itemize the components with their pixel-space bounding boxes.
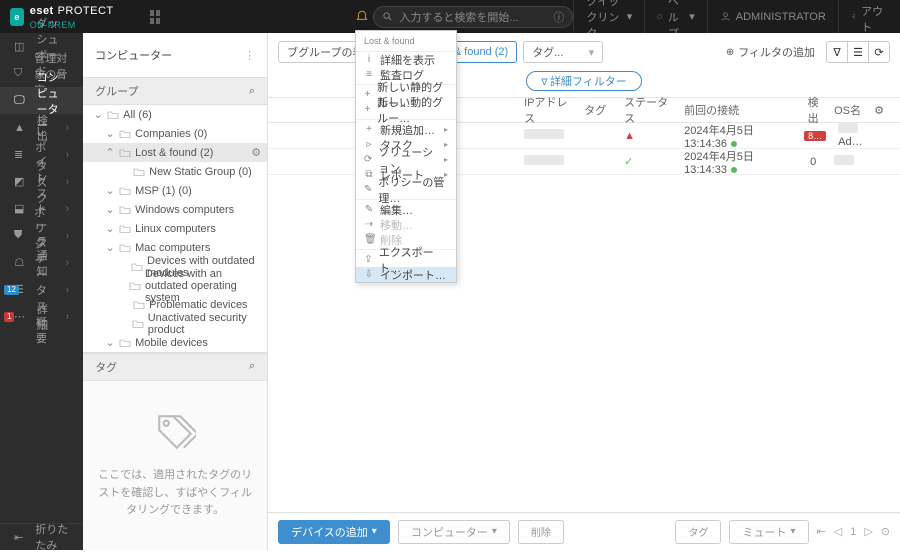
context-menu-item[interactable]: ⇩インポート… — [356, 267, 456, 282]
tree-node[interactable]: ⌄Windows computers — [83, 200, 267, 219]
col-alerts[interactable]: 検出 — [798, 94, 828, 126]
col-os[interactable]: OS名 — [828, 102, 868, 118]
tree-node[interactable]: ⌄Linux computers — [83, 219, 267, 238]
sidenav: ◫ダッシュボード⛉管理対象の脅害🖵コンピューター▲検出›≣レポート›◩タスク›⬓… — [0, 33, 83, 550]
col-last[interactable]: 前回の接続 — [678, 102, 798, 118]
add-filter-button[interactable]: ⊕ フィルタの追加 — [726, 44, 815, 60]
mute-button[interactable]: ミュート ▾ — [729, 520, 808, 544]
col-tag[interactable]: タグ — [578, 102, 618, 118]
add-device-button[interactable]: デバイスの追加 ▾ — [278, 520, 390, 544]
prev-page-icon[interactable]: ◁ — [834, 525, 842, 538]
group-tree: ⌄All (6)⌄Companies (0)⌃Lost & found (2)⚙… — [83, 105, 267, 352]
tags-header: タグ⌕ — [83, 353, 267, 381]
nav-item[interactable]: 🖵コンピューター — [0, 87, 83, 114]
logout-button[interactable]: ログアウト> 時分 — [838, 0, 900, 33]
page-number: 1 — [850, 526, 856, 538]
context-menu-title: Lost & found — [356, 31, 456, 52]
brand-icon: e — [10, 8, 24, 26]
topbar: e eset PROTECT ON-PREM 入力すると検索を開始... ⓘ ク… — [0, 0, 900, 33]
collapse-button[interactable]: ⇤折りたたみ — [0, 523, 83, 550]
apps-icon[interactable] — [150, 10, 161, 24]
tree-node[interactable]: ⌄Mobile devices — [83, 333, 267, 352]
tree-node[interactable]: ⌄MSP (1) (0) — [83, 181, 267, 200]
detail-filter-link[interactable]: ∇ 詳細フィルター — [526, 71, 641, 91]
logo: e eset PROTECT ON-PREM — [0, 3, 142, 31]
context-menu-item[interactable]: i詳細を表示 — [356, 52, 456, 67]
page-title: コンピューター⋮ — [83, 33, 267, 77]
context-menu-item[interactable]: ⟳ソリューション▸ — [356, 152, 456, 167]
context-menu-item[interactable]: +新しい動的グルー… — [356, 102, 456, 117]
help-icon[interactable]: ⓘ — [553, 9, 564, 25]
tag-button[interactable]: タグ — [675, 520, 721, 544]
tree-node[interactable]: ⌄Companies (0) — [83, 124, 267, 143]
context-menu-item: ⇢移動… — [356, 217, 456, 232]
footer-bar: デバイスの追加 ▾ コンピューター ▾ 削除 タグ ミュート ▾ ⇤ ◁ 1 ▷… — [268, 512, 900, 550]
tag-filter[interactable]: タグ...▾ — [523, 41, 603, 63]
nav-item[interactable]: 12☰ステータス概要› — [0, 276, 83, 303]
tree-node[interactable]: New Static Group (0) — [83, 162, 267, 181]
gear-icon[interactable]: ⚙ — [868, 104, 890, 117]
tree-node[interactable]: ⌃Lost & found (2)⚙ — [83, 143, 267, 162]
col-status[interactable]: ステータス — [618, 94, 678, 126]
context-menu-item[interactable]: ✎ポリシーの管理… — [356, 182, 456, 197]
groups-header: グループ⌕ — [83, 77, 267, 105]
refresh-icon[interactable]: ⟳ — [868, 41, 890, 63]
filter-icon[interactable]: ∇ — [826, 41, 848, 63]
first-page-icon[interactable]: ⇤ — [817, 525, 826, 538]
search-input[interactable]: 入力すると検索を開始... ⓘ — [373, 6, 573, 28]
gear-icon[interactable]: ⚙ — [251, 146, 261, 159]
quicklinks-menu[interactable]: クイックリンク ▾ — [573, 0, 644, 33]
delete-button[interactable]: 削除 — [518, 520, 564, 544]
computer-button[interactable]: コンピューター ▾ — [398, 520, 510, 544]
groups-panel: コンピューター⋮ グループ⌕ ⌄All (6)⌄Companies (0)⌃Lo… — [83, 33, 268, 550]
user-menu[interactable]: ADMINISTRATOR — [707, 0, 838, 33]
help-menu[interactable]: ヘルプ ▾ — [644, 0, 707, 33]
tags-empty: ここでは、適用されたタグのリストを確認し、すばやくフィルタリングできます。 — [83, 381, 267, 550]
context-menu: Lost & found i詳細を表示≡監査ログ+新しい静的グルー…+新しい動的… — [355, 30, 457, 283]
tree-node[interactable]: Devices with an outdated operating syste… — [83, 276, 267, 295]
search-icon[interactable]: ⌕ — [249, 85, 255, 98]
search-icon — [382, 11, 393, 22]
info-icon[interactable]: ⊙ — [881, 525, 890, 538]
context-menu-item[interactable]: ⇪エクスポート… — [356, 252, 456, 267]
tree-node[interactable]: Unactivated security product — [83, 314, 267, 333]
preset-icon[interactable]: ☰ — [847, 41, 869, 63]
tree-node[interactable]: ⌄All (6) — [83, 105, 267, 124]
search-icon[interactable]: ⌕ — [249, 360, 255, 373]
nav-item[interactable]: 1⋯詳細› — [0, 303, 83, 330]
more-icon[interactable]: ⋮ — [244, 49, 255, 62]
col-ip[interactable]: IPアドレス — [518, 94, 578, 126]
next-page-icon[interactable]: ▷ — [864, 525, 872, 538]
bell-icon[interactable] — [350, 10, 373, 24]
tag-icon — [154, 411, 196, 453]
